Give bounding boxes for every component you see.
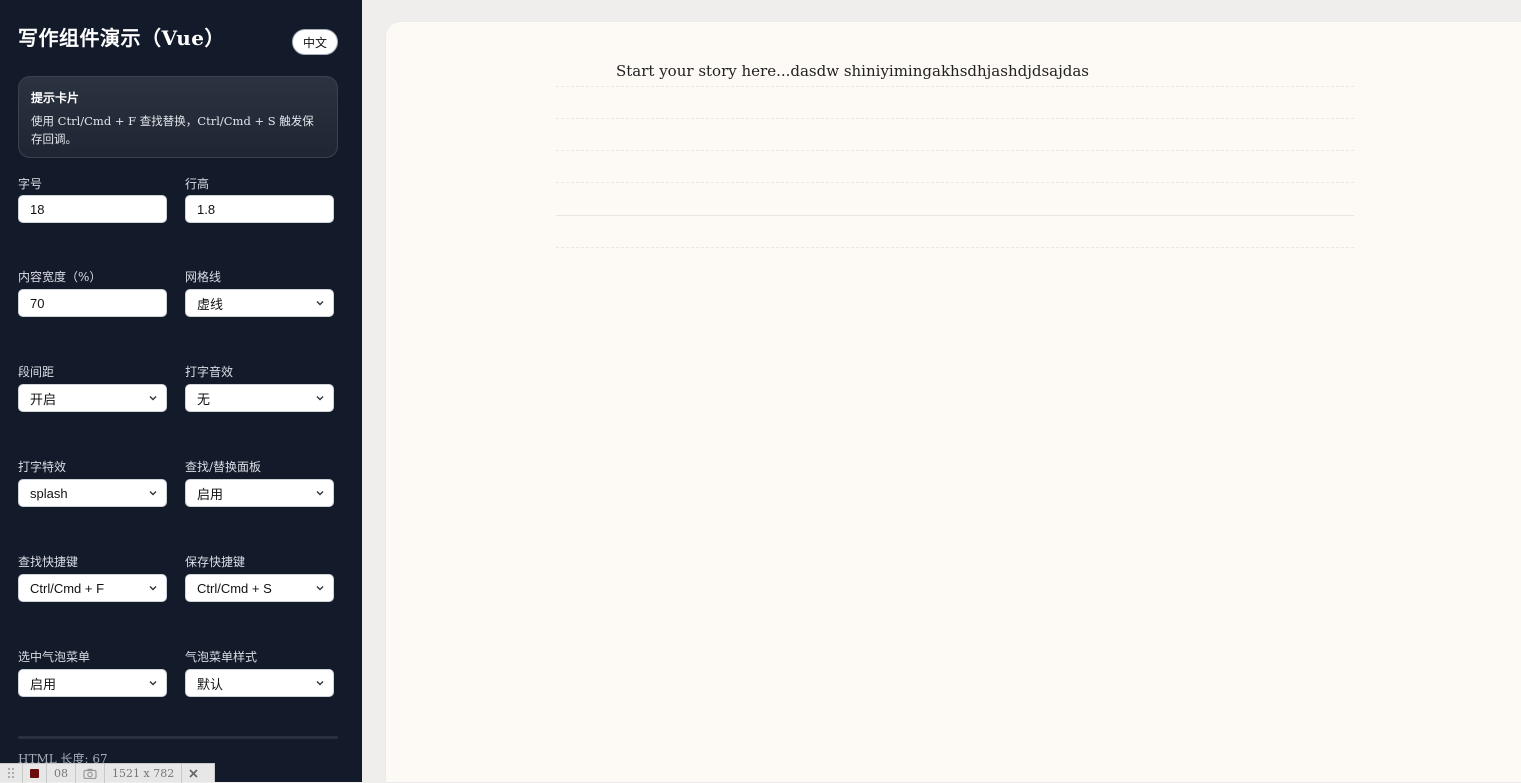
typing-effect-value: splash (30, 485, 68, 501)
paragraph-spacing-select[interactable]: 开启 (18, 384, 167, 412)
find-replace-panel-label: 查找/替换面板 (185, 460, 262, 474)
paragraph-spacing-value: 开启 (30, 391, 57, 407)
grid-lines-select[interactable]: 虚线 (185, 289, 334, 317)
close-icon[interactable] (182, 764, 205, 783)
font-size-input[interactable] (18, 195, 167, 223)
bubble-style-value: 默认 (197, 676, 224, 692)
bubble-menu-value: 启用 (30, 676, 57, 692)
font-size-label: 字号 (18, 177, 43, 191)
settings-sidebar: 写作组件演示（Vue） 中文 提示卡片 使用 Ctrl/Cmd + F 查找替换… (0, 0, 362, 782)
language-toggle-button[interactable]: 中文 (292, 29, 338, 55)
find-shortcut-label: 查找快捷键 (18, 555, 79, 569)
editor-area[interactable]: Start your story here...dasdw shiniyimin… (386, 22, 1521, 782)
chevron-down-icon (149, 491, 157, 496)
grid-lines-value: 虚线 (197, 296, 224, 312)
typing-sound-select[interactable]: 无 (185, 384, 334, 412)
content-width-label: 内容宽度（%） (18, 270, 102, 284)
line-height-input[interactable] (185, 195, 334, 223)
drag-handle-icon[interactable] (0, 763, 23, 783)
typing-effect-label: 打字特效 (18, 460, 67, 474)
bubble-style-label: 气泡菜单样式 (185, 650, 258, 664)
bubble-style-select[interactable]: 默认 (185, 669, 334, 697)
viewport-dimensions: 1521 x 782 (105, 763, 183, 783)
camera-icon[interactable] (76, 763, 105, 783)
record-stop-icon[interactable] (23, 763, 47, 783)
tip-card-body: 使用 Ctrl/Cmd + F 查找替换，Ctrl/Cmd + S 触发保存回调… (31, 114, 314, 146)
save-shortcut-label: 保存快捷键 (185, 555, 246, 569)
paragraph-spacing-label: 段间距 (18, 365, 55, 379)
grid-line (556, 150, 1354, 151)
typing-sound-value: 无 (197, 391, 211, 407)
chevron-down-icon (316, 681, 324, 686)
tip-card: 提示卡片 使用 Ctrl/Cmd + F 查找替换，Ctrl/Cmd + S 触… (18, 76, 338, 158)
save-shortcut-value: Ctrl/Cmd + S (197, 580, 272, 596)
recording-count: 08 (47, 763, 76, 783)
content-width-input[interactable] (18, 289, 167, 317)
find-replace-panel-value: 启用 (197, 486, 224, 502)
find-shortcut-value: Ctrl/Cmd + F (30, 580, 105, 596)
page-title: 写作组件演示（Vue） (18, 26, 226, 50)
grid-lines-label: 网格线 (185, 270, 222, 284)
grid-line (556, 182, 1354, 183)
find-shortcut-select[interactable]: Ctrl/Cmd + F (18, 574, 167, 602)
editor-content[interactable]: Start your story here...dasdw shiniyimin… (616, 62, 1089, 80)
chevron-down-icon (316, 396, 324, 401)
chevron-down-icon (149, 681, 157, 686)
chevron-down-icon (316, 301, 324, 306)
sidebar-divider (18, 736, 338, 739)
bubble-menu-label: 选中气泡菜单 (18, 650, 91, 664)
grid-line (556, 118, 1354, 119)
chevron-down-icon (149, 586, 157, 591)
bubble-menu-select[interactable]: 启用 (18, 669, 167, 697)
typing-sound-label: 打字音效 (185, 365, 234, 379)
grid-line (556, 247, 1354, 248)
line-height-label: 行高 (185, 177, 210, 191)
grid-line (556, 215, 1354, 216)
find-replace-panel-select[interactable]: 启用 (185, 479, 334, 507)
save-shortcut-select[interactable]: Ctrl/Cmd + S (185, 574, 334, 602)
tip-card-title: 提示卡片 (31, 91, 80, 105)
chevron-down-icon (316, 491, 324, 496)
grid-line (556, 86, 1354, 87)
typing-effect-select[interactable]: splash (18, 479, 167, 507)
chevron-down-icon (149, 396, 157, 401)
dev-toolbar: 08 1521 x 782 (0, 763, 215, 783)
chevron-down-icon (316, 586, 324, 591)
